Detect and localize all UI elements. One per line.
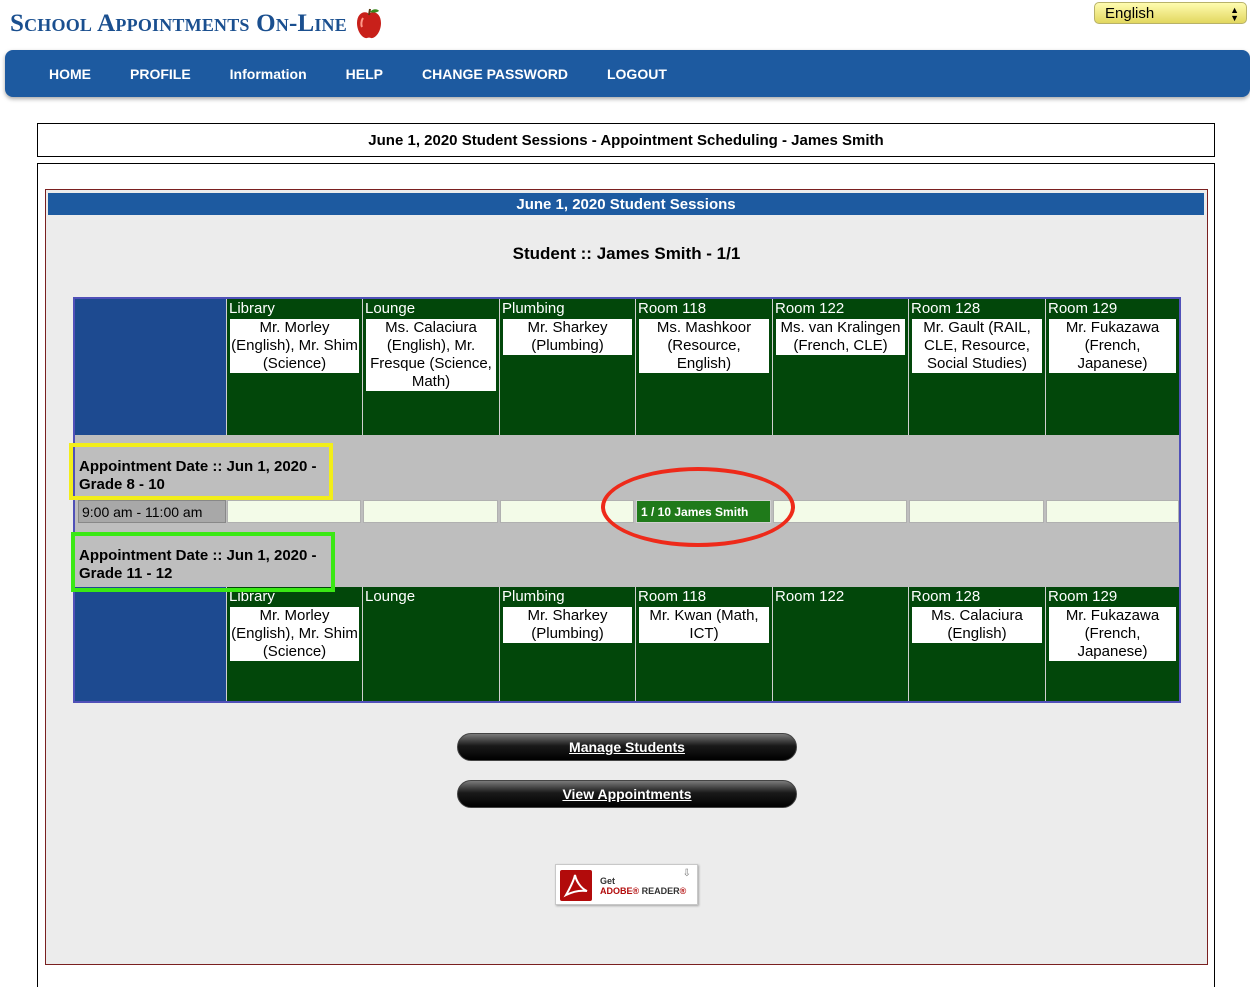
view-appointments-button[interactable]: View Appointments (457, 780, 797, 808)
teacher-names: Mr. Kwan (Math, ICT) (639, 607, 769, 643)
open-slot[interactable] (363, 500, 498, 523)
manage-students-button[interactable]: Manage Students (457, 733, 797, 761)
room-name: Room 118 (638, 588, 707, 605)
adobe-product: READER (641, 886, 680, 896)
room-header: Room 118 Ms. Mashkoor (Resource, English… (635, 299, 772, 435)
language-value: English (1105, 4, 1155, 22)
adobe-logo-icon (560, 870, 592, 901)
teacher-names: Ms. Mashkoor (Resource, English) (639, 319, 769, 373)
room-header: Room 128 Ms. Calaciura (English) (908, 587, 1045, 701)
select-arrows-icon: ▲ ▼ (1230, 5, 1239, 23)
main-nav: HOME PROFILE Information HELP CHANGE PAS… (5, 50, 1250, 97)
student-line: Student :: James Smith - 1/1 (512, 244, 741, 263)
room-name: Lounge (365, 588, 416, 605)
highlight-yellow-box (69, 443, 333, 500)
teacher-names: Mr. Fukazawa (French, Japanese) (1049, 319, 1176, 373)
room-name: Library (229, 300, 275, 317)
room-header: Library Mr. Morley (English), Mr. Shim (… (226, 587, 362, 701)
teacher-names: Mr. Sharkey (Plumbing) (503, 607, 632, 643)
app-logo: School Appointments On-Line (10, 6, 383, 42)
highlight-green-box (71, 532, 335, 592)
highlight-red-ellipse (601, 467, 795, 547)
nav-change-password[interactable]: CHANGE PASSWORD (422, 66, 568, 82)
room-name: Plumbing (502, 588, 565, 605)
room-name: Room 128 (911, 300, 981, 317)
adobe-brand: ADOBE (600, 886, 633, 896)
nav-information[interactable]: Information (230, 66, 307, 82)
room-name: Plumbing (502, 300, 565, 317)
page-title: June 1, 2020 Student Sessions - Appointm… (37, 123, 1215, 157)
room-header: Room 122 Ms. van Kralingen (French, CLE) (772, 299, 908, 435)
teacher-names: Ms. Calaciura (English) (912, 607, 1042, 643)
open-slot[interactable] (1046, 500, 1179, 523)
download-arrow-icon: ⇩ (682, 868, 691, 879)
room-name: Room 129 (1048, 300, 1118, 317)
open-slot[interactable] (227, 500, 361, 523)
room-header: Library Mr. Morley (English), Mr. Shim (… (226, 299, 362, 435)
nav-home[interactable]: HOME (49, 66, 91, 82)
time-slot-label: 9:00 am - 11:00 am (78, 500, 226, 523)
teacher-names: Mr. Sharkey (Plumbing) (503, 319, 632, 355)
logo-text: School Appointments On-Line (10, 10, 347, 37)
teacher-names: Ms. van Kralingen (French, CLE) (776, 319, 905, 355)
room-header: Room 122 (772, 587, 908, 701)
room-header: Room 129 Mr. Fukazawa (French, Japanese) (1045, 299, 1179, 435)
language-select[interactable]: English ▲ ▼ (1094, 2, 1247, 24)
nav-logout[interactable]: LOGOUT (607, 66, 667, 82)
room-header: Plumbing Mr. Sharkey (Plumbing) (499, 587, 635, 701)
room-name: Lounge (365, 300, 416, 317)
get-adobe-reader-badge[interactable]: Get ADOBE® READER® ⇩ (555, 864, 698, 905)
grid-corner (75, 299, 226, 435)
room-header: Lounge (362, 587, 499, 701)
room-header: Room 128 Mr. Gault (RAIL, CLE, Resource,… (908, 299, 1045, 435)
teacher-names: Mr. Fukazawa (French, Japanese) (1049, 607, 1176, 661)
panel-heading: June 1, 2020 Student Sessions (48, 193, 1204, 215)
grid-corner (75, 587, 226, 701)
teacher-names: Mr. Morley (English), Mr. Shim (Science) (230, 319, 359, 373)
room-name: Room 122 (775, 588, 845, 605)
room-name: Room 122 (775, 300, 845, 317)
adobe-brand-text: ADOBE® READER® (600, 886, 687, 896)
room-name: Room 118 (638, 300, 707, 317)
nav-profile[interactable]: PROFILE (130, 66, 191, 82)
nav-help[interactable]: HELP (346, 66, 383, 82)
room-header: Room 129 Mr. Fukazawa (French, Japanese) (1045, 587, 1179, 701)
apple-icon (355, 8, 383, 40)
room-header: Room 118 Mr. Kwan (Math, ICT) (635, 587, 772, 701)
room-name: Room 129 (1048, 588, 1118, 605)
room-name: Room 128 (911, 588, 981, 605)
teacher-names: Mr. Morley (English), Mr. Shim (Science) (230, 607, 359, 661)
room-header: Lounge Ms. Calaciura (English), Mr. Fres… (362, 299, 499, 435)
teacher-names: Ms. Calaciura (English), Mr. Fresque (Sc… (366, 319, 496, 391)
adobe-get-text: Get (600, 876, 616, 886)
room-header: Plumbing Mr. Sharkey (Plumbing) (499, 299, 635, 435)
teacher-names: Mr. Gault (RAIL, CLE, Resource, Social S… (912, 319, 1042, 373)
open-slot[interactable] (909, 500, 1044, 523)
